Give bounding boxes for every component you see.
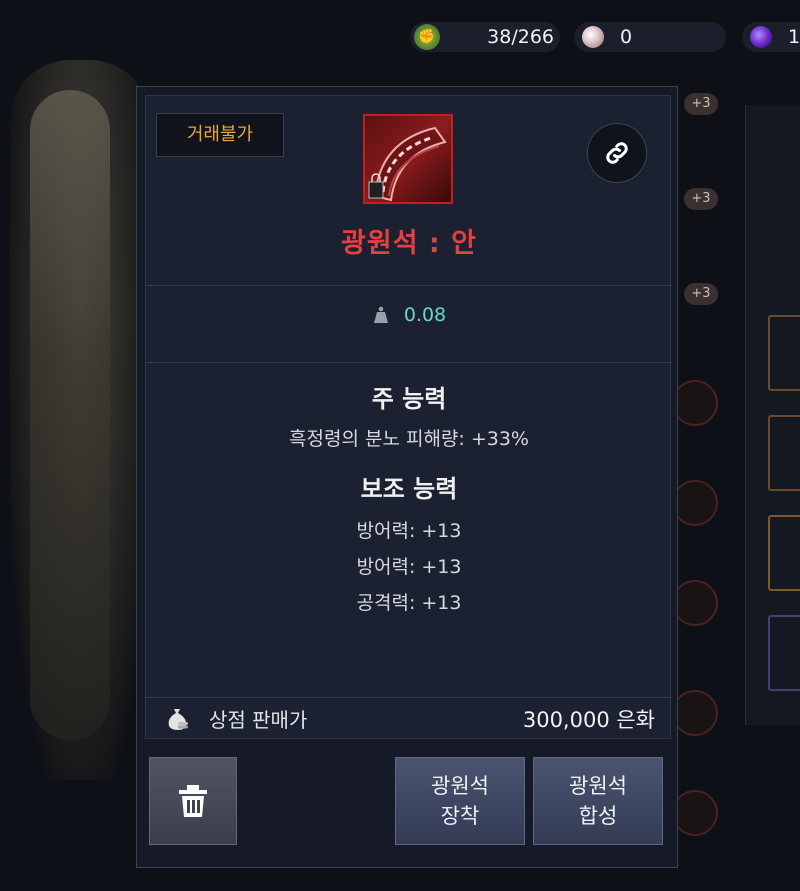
trash-icon <box>179 785 207 817</box>
crystal-socket[interactable] <box>672 380 718 426</box>
button-label: 장착 <box>440 804 480 828</box>
weight-value: 0.08 <box>403 304 447 326</box>
shop-sell-price-row: 상점 판매가 300,000 은화 <box>145 697 671 739</box>
inventory-slot[interactable] <box>768 615 800 691</box>
currency-token: ✊ 38/266 <box>410 22 560 52</box>
crystal-item-icon[interactable] <box>363 114 453 204</box>
enhance-badge: +3 <box>684 188 718 210</box>
currency-value: 38/266 <box>487 26 554 48</box>
sell-price-value: 300,000 은화 <box>522 707 655 732</box>
purple-gem-icon <box>750 26 772 48</box>
button-label: 광원석 <box>569 773 627 798</box>
divider <box>146 362 672 363</box>
pearl-icon <box>582 26 604 48</box>
button-label: 합성 <box>578 804 618 828</box>
enhance-badge: +3 <box>684 283 718 305</box>
equip-crystal-button[interactable]: 광원석 장착 <box>395 757 525 845</box>
item-tooltip-panel: 거래불가 광원석 : 안 0.08 주 능력 흑정령의 분노 피해량: +33%… <box>136 86 678 868</box>
divider <box>146 285 672 286</box>
sub-ability-stat: 공격력: +13 <box>356 592 462 614</box>
fuse-crystal-button[interactable]: 광원석 합성 <box>533 757 663 845</box>
currency-gem: 1 <box>742 22 800 52</box>
character-cape <box>30 90 110 740</box>
item-info-card: 거래불가 광원석 : 안 0.08 주 능력 흑정령의 분노 피해량: +33%… <box>145 95 672 739</box>
link-icon <box>606 142 628 164</box>
sub-ability-stat: 방어력: +13 <box>356 556 462 578</box>
crystal-socket[interactable] <box>672 480 718 526</box>
main-ability-stat: 흑정령의 분노 피해량: +33% <box>289 428 529 450</box>
money-bag-icon <box>168 708 188 730</box>
crystal-socket[interactable] <box>672 690 718 736</box>
inventory-slot[interactable] <box>768 415 800 491</box>
enhance-badge: +3 <box>684 93 718 115</box>
delete-button[interactable] <box>149 757 237 845</box>
inventory-slot[interactable] <box>768 515 800 591</box>
trade-restriction-badge: 거래불가 <box>156 113 284 157</box>
crystal-socket[interactable] <box>672 580 718 626</box>
link-button[interactable] <box>587 123 647 183</box>
weight-row: 0.08 <box>146 300 672 330</box>
item-name: 광원석 : 안 <box>341 228 477 259</box>
weight-icon <box>373 306 388 323</box>
sub-ability-title: 보조 능력 <box>360 475 458 503</box>
main-ability-title: 주 능력 <box>371 385 447 413</box>
currency-pearl: 0 <box>574 22 726 52</box>
button-label: 광원석 <box>431 773 489 798</box>
crystal-socket[interactable] <box>672 790 718 836</box>
fist-token-icon: ✊ <box>414 24 440 50</box>
inventory-slot[interactable] <box>768 315 800 391</box>
currency-value: 1 <box>788 26 800 48</box>
sell-price-label: 상점 판매가 <box>209 708 308 732</box>
sub-ability-stat: 방어력: +13 <box>356 520 462 542</box>
currency-value: 0 <box>620 26 633 48</box>
